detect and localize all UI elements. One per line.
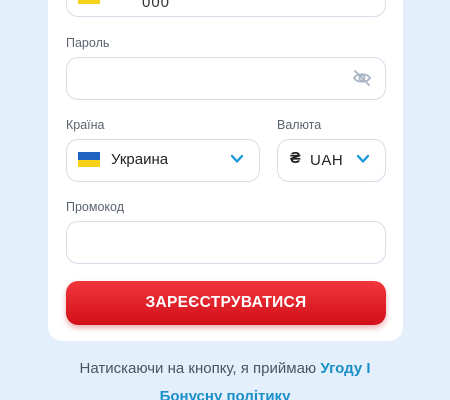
promo-input[interactable] <box>66 221 386 264</box>
chevron-down-icon[interactable] <box>356 154 370 164</box>
promo-label: Промокод <box>66 200 125 214</box>
ukraine-flag-icon <box>78 152 100 167</box>
hryvnia-sign: ₴ <box>290 150 301 167</box>
phone-flag-icon <box>78 0 100 4</box>
eye-slash-icon[interactable] <box>352 69 372 87</box>
password-label: Пароль <box>66 36 110 50</box>
phone-field[interactable] <box>66 0 386 17</box>
country-value: Украина <box>111 151 169 168</box>
consent-text: Натискаючи на кнопку, я приймаю Угоду І … <box>0 355 450 400</box>
consent-prefix: Натискаючи на кнопку, я приймаю <box>79 360 321 377</box>
country-label: Країна <box>66 118 105 132</box>
phone-value: 000 <box>142 0 171 11</box>
currency-label: Валюта <box>277 118 322 132</box>
password-field[interactable] <box>66 57 386 100</box>
register-button[interactable]: ЗАРЕЄСТРУВАТИСЯ <box>66 281 386 325</box>
chevron-down-icon[interactable] <box>230 154 244 164</box>
terms-link[interactable]: Угоду І <box>320 360 370 377</box>
currency-value: UAH <box>310 152 344 169</box>
bonus-policy-link[interactable]: Бонусну політику <box>160 388 291 400</box>
